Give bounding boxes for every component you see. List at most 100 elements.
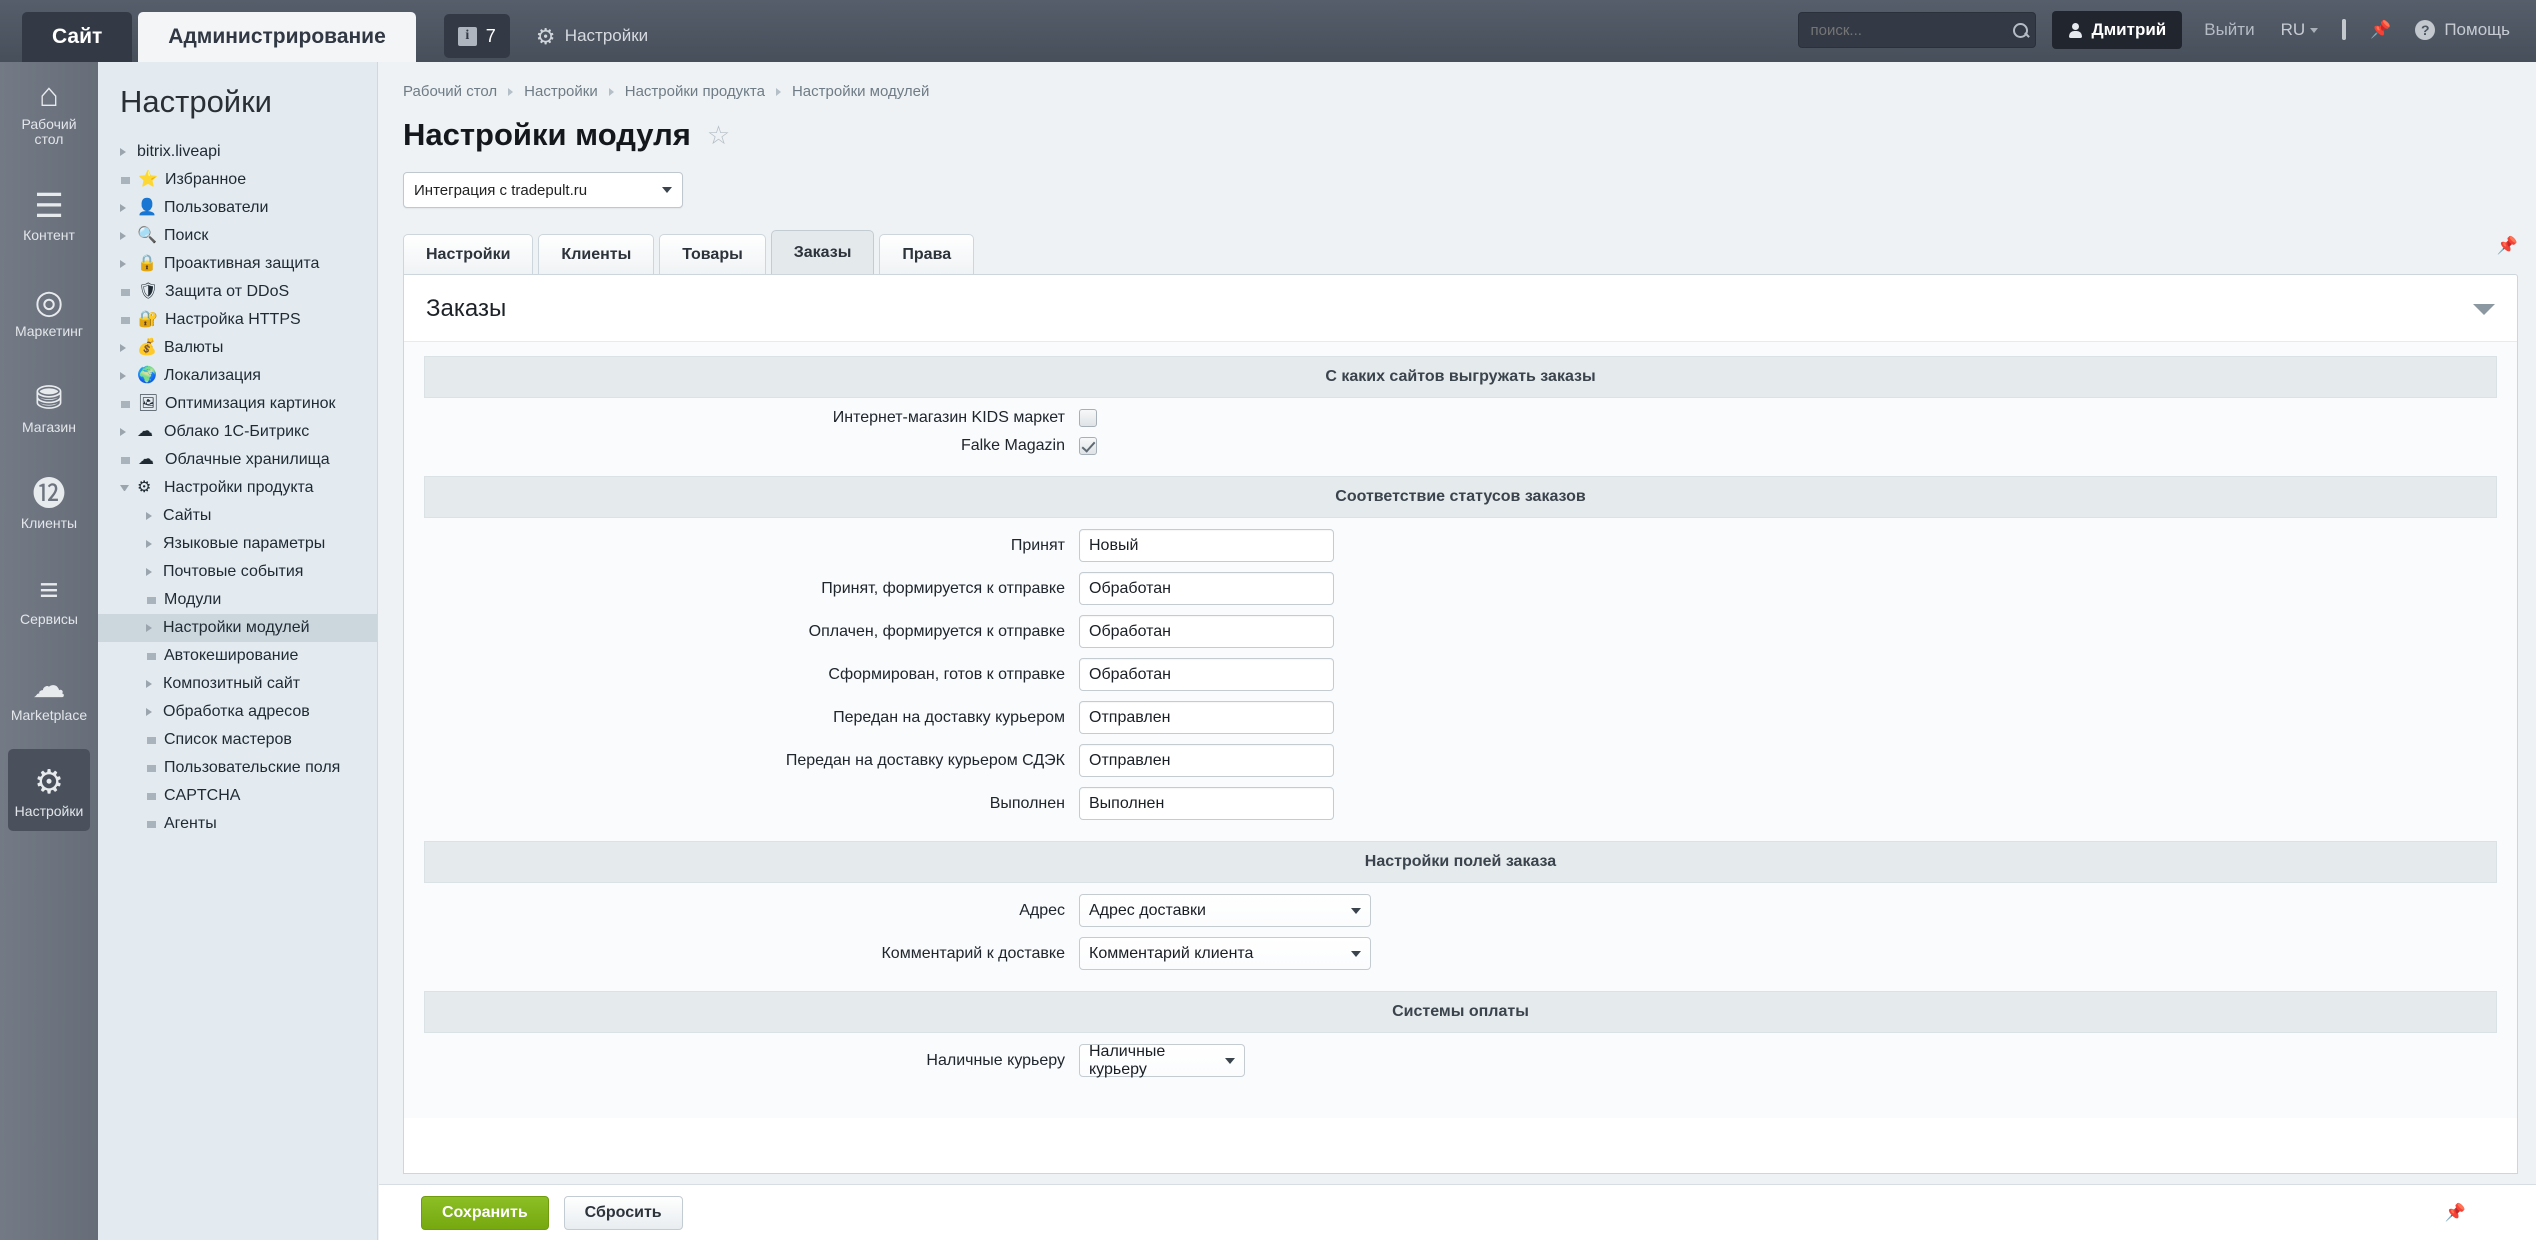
sidebar-item-18[interactable]: Автокеширование xyxy=(98,642,377,670)
save-button[interactable]: Сохранить xyxy=(421,1195,549,1230)
field-select-value: Комментарий клиента xyxy=(1089,944,1254,962)
search-box[interactable] xyxy=(1797,12,2036,48)
breadcrumb-link[interactable]: Настройки xyxy=(524,83,598,100)
tab-2[interactable]: Товары xyxy=(659,234,766,274)
breadcrumb-link[interactable]: Настройки модулей xyxy=(792,83,929,100)
tab-4[interactable]: Права xyxy=(879,234,975,274)
status-text-input[interactable] xyxy=(1079,744,1334,777)
sidebar-item-label: Избранное xyxy=(165,171,247,188)
status-text-input[interactable] xyxy=(1079,529,1334,562)
sidebar-menu: bitrix.liveapi ⭐ Избранное 👤 Пользователи 🔍 По… xyxy=(98,138,377,838)
user-menu-button[interactable]: Дмитрий xyxy=(2051,11,2183,49)
module-select-wrap: Интеграция с tradepult.ru xyxy=(379,153,2536,208)
field-label: Комментарий к доставке xyxy=(881,944,1065,962)
sidebar-item-label: Языковые параметры xyxy=(163,535,326,552)
sidebar-item-21[interactable]: Список мастеров xyxy=(98,726,377,754)
sidebar-item-15[interactable]: Почтовые события xyxy=(98,558,377,586)
pin-icon[interactable]: 📌 xyxy=(2497,236,2518,256)
sidebar-item-0[interactable]: bitrix.liveapi xyxy=(98,138,377,166)
field-select[interactable]: Наличные курьеру xyxy=(1079,1043,1245,1078)
sidebar-item-label: Настройка HTTPS xyxy=(165,311,301,328)
sidebar-item-19[interactable]: Композитный сайт xyxy=(98,670,377,698)
help-button[interactable]: ? Помощь xyxy=(2415,20,2510,40)
pin-icon[interactable]: 📌 xyxy=(2445,1203,2466,1223)
question-icon: ? xyxy=(2415,20,2436,40)
sidebar-item-12[interactable]: ⚙ Настройки продукта xyxy=(98,474,377,502)
checkbox[interactable] xyxy=(1079,409,1097,427)
rail-item-basket[interactable]: ⛃ Магазин xyxy=(8,365,90,447)
rail-item-layers[interactable]: ≡ Сервисы xyxy=(8,557,90,639)
search-icon[interactable] xyxy=(2012,22,2029,39)
collapse-chevron-icon[interactable] xyxy=(2473,303,2495,315)
checkbox[interactable] xyxy=(1079,437,1097,455)
status-text-input[interactable] xyxy=(1079,658,1334,691)
sidebar-item-17[interactable]: Настройки модулей xyxy=(98,614,377,642)
sidebar-item-16[interactable]: Модули xyxy=(98,586,377,614)
field-label: Адрес xyxy=(1019,901,1065,919)
notifications-counter[interactable]: i 7 xyxy=(443,14,510,58)
sidebar-item-6[interactable]: 🔐 Настройка HTTPS xyxy=(98,306,377,334)
search-input[interactable] xyxy=(1808,20,2012,40)
reset-button[interactable]: Сбросить xyxy=(563,1195,683,1230)
sidebar-item-10[interactable]: ☁ Облако 1С-Битрикс xyxy=(98,418,377,446)
keyboard-shortcuts-button[interactable] xyxy=(2342,19,2347,40)
section-header-statuses: Соответствие статусов заказов xyxy=(424,476,2497,518)
field-label: Принят, формируется к отправке xyxy=(821,579,1065,597)
rail-item-target[interactable]: ◎ Маркетинг xyxy=(8,269,90,351)
bullet-icon xyxy=(147,652,156,660)
rail-item-clients-24[interactable]: ⓬ Клиенты xyxy=(8,461,90,543)
breadcrumb-link[interactable]: Рабочий стол xyxy=(403,83,497,100)
rail-item-gear[interactable]: ⚙ Настройки xyxy=(8,749,90,831)
rail-item-home[interactable]: ⌂ Рабочий стол xyxy=(8,62,90,159)
status-text-input[interactable] xyxy=(1079,701,1334,734)
sidebar-item-22[interactable]: Пользовательские поля xyxy=(98,754,377,782)
language-selector[interactable]: RU xyxy=(2281,20,2319,40)
field-select[interactable]: Адрес доставки xyxy=(1079,894,1371,927)
module-select[interactable]: Интеграция с tradepult.ru xyxy=(403,172,683,208)
sidebar-item-5[interactable]: 🛡 Защита от DDoS xyxy=(98,278,377,306)
sidebar-item-label: Настройки модулей xyxy=(163,619,310,636)
field-select[interactable]: Комментарий клиента xyxy=(1079,937,1371,970)
sidebar-item-8[interactable]: 🌍 Локализация xyxy=(98,362,377,390)
sidebar-item-9[interactable]: 🖼 Оптимизация картинок xyxy=(98,390,377,418)
tab-0[interactable]: Настройки xyxy=(403,234,534,274)
logout-link[interactable]: Выйти xyxy=(2204,20,2254,40)
card-body: С каких сайтов выгружать заказы Интернет-… xyxy=(404,342,2517,1118)
tab-1[interactable]: Клиенты xyxy=(538,234,655,274)
status-text-input[interactable] xyxy=(1079,572,1334,605)
pin-panel-button[interactable] xyxy=(2370,20,2391,40)
breadcrumb-separator-icon xyxy=(608,87,614,96)
status-text-input[interactable] xyxy=(1079,787,1334,820)
sidebar-item-24[interactable]: Агенты xyxy=(98,810,377,838)
sidebar-item-icon: 🌍 xyxy=(137,367,157,384)
sidebar-item-11[interactable]: ☁ Облачные хранилища xyxy=(98,446,377,474)
field-label: Интернет-магазин KIDS маркет xyxy=(832,409,1065,426)
sidebar-item-3[interactable]: 🔍 Поиск xyxy=(98,222,377,250)
sidebar-item-label: CAPTCHA xyxy=(164,787,241,804)
favorite-star-icon[interactable]: ☆ xyxy=(707,122,730,148)
tab-3[interactable]: Заказы xyxy=(770,230,875,274)
breadcrumb-link[interactable]: Настройки продукта xyxy=(625,83,765,100)
sidebar-item-icon: ☁ xyxy=(138,451,154,468)
status-text-input[interactable] xyxy=(1079,615,1334,648)
sidebar-item-label: Композитный сайт xyxy=(163,675,301,692)
sidebar-item-label: Почтовые события xyxy=(163,563,304,580)
sidebar-item-7[interactable]: 💰 Валюты xyxy=(98,334,377,362)
tab-administration[interactable]: Администрирование xyxy=(138,12,416,62)
sidebar-item-14[interactable]: Языковые параметры xyxy=(98,530,377,558)
gear-icon: ⚙ xyxy=(34,763,64,800)
sidebar-item-23[interactable]: CAPTCHA xyxy=(98,782,377,810)
sidebar-item-13[interactable]: Сайты xyxy=(98,502,377,530)
sidebar-item-20[interactable]: Обработка адресов xyxy=(98,698,377,726)
topbar-settings-button[interactable]: Настройки xyxy=(536,26,648,46)
sidebar-item-4[interactable]: 🔒 Проактивная защита xyxy=(98,250,377,278)
rail-item-cloud-download[interactable]: ☁ Marketplace xyxy=(8,653,90,735)
rail-item-document[interactable]: ☰ Контент xyxy=(8,173,90,255)
sidebar-item-2[interactable]: 👤 Пользователи xyxy=(98,194,377,222)
user-icon xyxy=(2068,22,2083,38)
rail-item-label: Настройки xyxy=(14,803,84,819)
sidebar-item-1[interactable]: ⭐ Избранное xyxy=(98,166,377,194)
chevron-right-icon xyxy=(146,568,155,576)
tab-site[interactable]: Сайт xyxy=(22,12,133,62)
